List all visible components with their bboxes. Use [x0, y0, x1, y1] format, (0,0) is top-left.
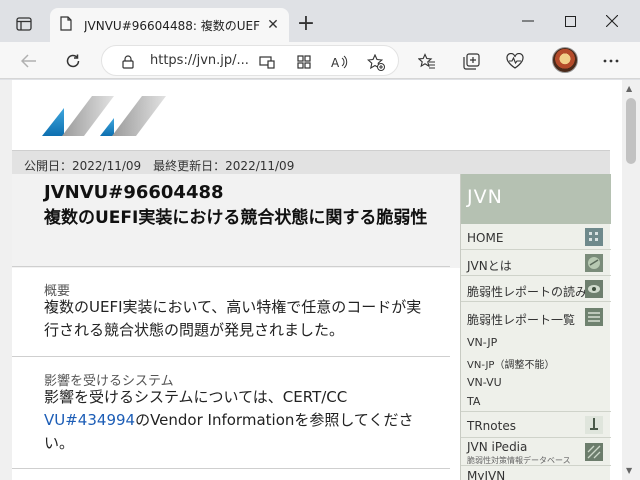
- web-page: 公開日：2022/11/09 最終更新日：2022/11/09 JVNVU#96…: [12, 80, 622, 480]
- sidebar-item-how-to-read[interactable]: 脆弱性レポートの読み方: [461, 276, 611, 302]
- pin-icon: [585, 416, 603, 434]
- page-title: 複数のUEFI実装における競合状態に関する脆弱性: [44, 208, 428, 228]
- overview-text: 複数のUEFI実装において、高い特権で任意のコードが実行される競合状態の問題が発…: [44, 298, 422, 339]
- sidebar-subitem-label: TA: [467, 395, 481, 408]
- refresh-icon[interactable]: [58, 46, 88, 76]
- close-window-icon[interactable]: [592, 6, 632, 36]
- scroll-down-icon[interactable]: ▼: [626, 466, 632, 475]
- sidebar-subitem-vn-jp-uncoordinated[interactable]: VN-JP（調整不能）: [461, 352, 611, 372]
- affected-text: 影響を受けるシステムについては、CERT/CC VU#434994のVendor …: [44, 386, 424, 455]
- publish-dates: 公開日：2022/11/09 最終更新日：2022/11/09: [24, 159, 295, 173]
- svg-text:A: A: [331, 56, 340, 69]
- sidebar-item-label: JVN iPedia: [467, 440, 528, 454]
- sidebar-header: JVN: [461, 174, 611, 224]
- divider: [12, 468, 450, 469]
- sidebar-item-label: JVNとは: [467, 259, 512, 273]
- sidebar-header-title: JVN: [467, 186, 503, 208]
- sidebar-subitem-ta[interactable]: TA: [461, 392, 611, 412]
- minimize-icon[interactable]: [508, 6, 548, 36]
- browser-toolbar: https://jvn.jp/... A: [0, 42, 640, 79]
- sidebar-item-ipedia[interactable]: JVN iPedia 脆弱性対策情報データベース: [461, 438, 611, 466]
- sidebar-item-trnotes[interactable]: TRnotes: [461, 412, 611, 438]
- title-bar: JVNVU#96604488: 複数のUEFI実装 ✕ +: [0, 0, 640, 42]
- main-content: JVNVU#96604488 複数のUEFI実装における競合状態に関する脆弱性 …: [12, 174, 460, 480]
- lock-icon[interactable]: [118, 52, 138, 72]
- database-icon: [585, 443, 603, 461]
- back-icon[interactable]: [14, 46, 44, 76]
- read-aloud-icon[interactable]: A: [330, 52, 350, 72]
- new-tab-button[interactable]: +: [292, 11, 320, 39]
- scroll-up-icon[interactable]: ▲: [626, 84, 632, 93]
- scrollbar-thumb[interactable]: [626, 98, 636, 164]
- sidebar-item-label: 脆弱性レポートの読み方: [467, 285, 600, 299]
- add-favorite-icon[interactable]: [366, 52, 386, 72]
- dates-bar: 公開日：2022/11/09 最終更新日：2022/11/09: [12, 150, 610, 174]
- tab-close-icon[interactable]: ✕: [265, 17, 281, 33]
- cert-vu-link[interactable]: VU#434994: [44, 411, 135, 429]
- title-block: JVNVU#96604488 複数のUEFI実装における競合状態に関する脆弱性: [12, 174, 460, 268]
- sidebar: JVN HOME JVNとは 脆弱性レポートの読み方 脆弱性レポート一覧 VN-…: [460, 174, 611, 480]
- url-text[interactable]: https://jvn.jp/...: [150, 53, 249, 68]
- viewport-left-gutter: [0, 80, 12, 480]
- collections-icon[interactable]: [456, 46, 486, 76]
- sidebar-item-label: TRnotes: [467, 419, 516, 433]
- sidebar-subitem-vn-jp[interactable]: VN-JP: [461, 332, 611, 352]
- sidebar-item-report-list[interactable]: 脆弱性レポート一覧: [461, 302, 611, 332]
- header-logo-area: [12, 80, 610, 148]
- tab-actions-icon[interactable]: [8, 10, 40, 38]
- eye-icon: [585, 280, 603, 298]
- sidebar-item-about[interactable]: JVNとは: [461, 250, 611, 276]
- vertical-scrollbar[interactable]: ▲ ▼: [622, 80, 640, 480]
- vuln-id: JVNVU#96604488: [44, 182, 224, 203]
- sidebar-item-label: MyJVN: [467, 469, 506, 480]
- globe-icon: [585, 254, 603, 272]
- sidebar-subitem-label: VN-VU: [467, 376, 502, 389]
- page-icon: [60, 15, 72, 35]
- affected-text-part1: 影響を受けるシステムについては、CERT/CC: [44, 388, 348, 406]
- sidebar-subitem-label: VN-JP（調整不能）: [467, 360, 555, 371]
- divider: [12, 356, 450, 357]
- sidebar-subitem-vn-vu[interactable]: VN-VU: [461, 372, 611, 392]
- immersive-reader-icon[interactable]: [257, 52, 277, 72]
- maximize-icon[interactable]: [550, 6, 590, 36]
- apps-icon[interactable]: [294, 52, 314, 72]
- profile-avatar[interactable]: [552, 47, 578, 73]
- sidebar-item-myjvn[interactable]: MyJVN: [461, 466, 611, 480]
- favorites-icon[interactable]: [412, 46, 442, 76]
- sidebar-subitem-label: VN-JP: [467, 336, 498, 349]
- sidebar-item-home[interactable]: HOME: [461, 224, 611, 250]
- sidebar-item-label: HOME: [467, 231, 504, 245]
- more-options-icon[interactable]: [596, 46, 626, 76]
- browser-essentials-icon[interactable]: [500, 46, 530, 76]
- list-icon: [585, 308, 603, 326]
- address-bar[interactable]: https://jvn.jp/... A: [101, 45, 399, 76]
- browser-tab-active[interactable]: JVNVU#96604488: 複数のUEFI実装 ✕: [50, 8, 289, 42]
- jvn-logo-icon[interactable]: [42, 90, 182, 142]
- sidebar-item-sublabel: 脆弱性対策情報データベース: [467, 456, 571, 465]
- tab-title: JVNVU#96604488: 複数のUEFI実装: [84, 18, 260, 33]
- divider: [12, 266, 450, 267]
- building-icon: [585, 228, 603, 246]
- sidebar-item-label: 脆弱性レポート一覧: [467, 313, 576, 327]
